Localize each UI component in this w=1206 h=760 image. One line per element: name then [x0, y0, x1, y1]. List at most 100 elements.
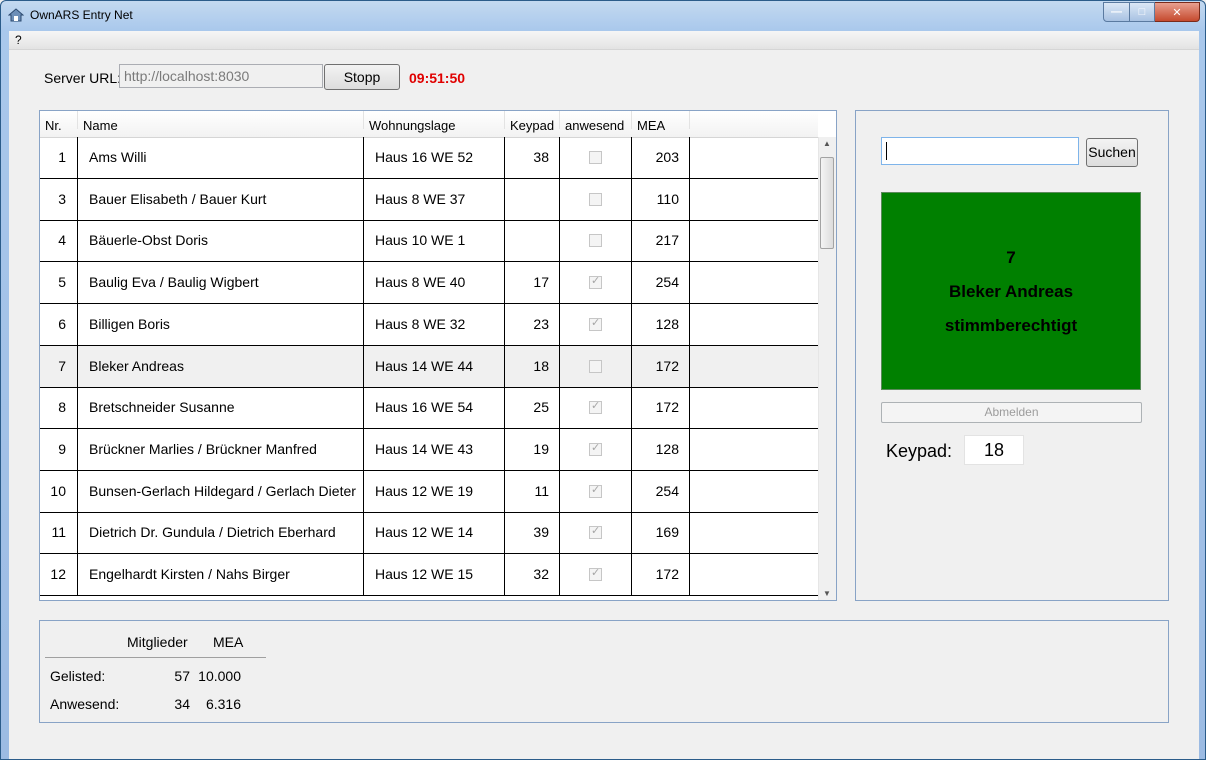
cell-mea: 254 [632, 470, 690, 512]
minimize-icon: — [1111, 6, 1122, 18]
table-row[interactable]: 5 Baulig Eva / Baulig Wigbert Haus 8 WE 40… [40, 262, 818, 305]
table-row[interactable]: 9 Brückner Marlies / Brückner Manfred Haus… [40, 428, 818, 471]
cell-nr: 4 [40, 220, 78, 262]
present-members: 34 [174, 696, 190, 712]
cell-wohnungslage: Haus 10 WE 1 [364, 220, 505, 262]
col-header-keypad[interactable]: Keypad [505, 111, 560, 133]
cell-mea: 172 [632, 554, 690, 595]
cell-keypad: 11 [505, 470, 560, 512]
cell-keypad: 23 [505, 303, 560, 345]
menu-help[interactable]: ? [15, 33, 22, 47]
cell-nr: 10 [40, 470, 78, 512]
keypad-value[interactable]: 18 [964, 435, 1024, 465]
status-number: 7 [1006, 248, 1016, 267]
present-label: Anwesend: [50, 696, 120, 712]
anwesend-checkbox[interactable]: ✓ [589, 317, 602, 331]
cell-anwesend: ✓ [560, 512, 632, 554]
cell-anwesend: ✓ [560, 554, 632, 595]
app-icon [8, 8, 24, 22]
cell-keypad [505, 178, 560, 220]
col-header-mea[interactable]: MEA [632, 111, 690, 133]
cell-nr: 12 [40, 554, 78, 595]
cell-wohnungslage: Haus 16 WE 52 [364, 137, 505, 178]
summary-col-members: Mitglieder [127, 634, 188, 650]
title-bar[interactable]: OwnARS Entry Net — □ ✕ [1, 1, 1205, 31]
status-name: Bleker Andreas [948, 282, 1074, 301]
present-mea: 6.316 [205, 696, 241, 712]
cell-anwesend [560, 220, 632, 262]
cell-keypad: 38 [505, 137, 560, 178]
cell-name: Engelhardt Kirsten / Nahs Birger [78, 554, 364, 595]
table-row[interactable]: 7 Bleker Andreas Haus 14 WE 44 18 172 [40, 345, 818, 388]
cell-nr: 3 [40, 178, 78, 220]
members-table: Nr. Name Wohnungslage Keypad anwesend ME… [39, 110, 837, 601]
cell-wohnungslage: Haus 16 WE 54 [364, 387, 505, 429]
cell-name: Bäuerle-Obst Doris [78, 220, 364, 262]
cell-anwesend: ✓ [560, 387, 632, 429]
cell-mea: 128 [632, 428, 690, 470]
anwesend-checkbox[interactable] [589, 234, 602, 248]
close-button[interactable]: ✕ [1155, 2, 1200, 22]
text-caret [886, 142, 887, 160]
anwesend-checkbox[interactable] [589, 192, 602, 206]
cell-nr: 7 [40, 345, 78, 387]
scroll-down-icon[interactable]: ▼ [823, 589, 831, 598]
anwesend-checkbox[interactable]: ✓ [589, 484, 602, 498]
vertical-scrollbar[interactable]: ▲ ▼ [818, 137, 836, 600]
table-row[interactable]: 6 Billigen Boris Haus 8 WE 32 23 ✓ 128 [40, 303, 818, 346]
anwesend-checkbox[interactable] [589, 359, 602, 373]
status-text: stimmberechtigt [944, 316, 1078, 335]
search-input[interactable] [881, 137, 1079, 165]
cell-keypad [505, 220, 560, 262]
window-controls: — □ ✕ [1103, 2, 1200, 22]
col-header-name[interactable]: Name [78, 111, 364, 133]
cell-nr: 6 [40, 303, 78, 345]
cell-wohnungslage: Haus 12 WE 14 [364, 512, 505, 554]
cell-nr: 1 [40, 137, 78, 178]
scroll-thumb[interactable] [820, 157, 834, 249]
maximize-button[interactable]: □ [1130, 2, 1155, 22]
col-header-nr[interactable]: Nr. [40, 111, 78, 133]
anwesend-checkbox[interactable] [589, 151, 602, 164]
cell-keypad: 32 [505, 554, 560, 595]
col-header-anwesend[interactable]: anwesend [560, 111, 632, 133]
cell-keypad: 17 [505, 262, 560, 304]
cell-mea: 217 [632, 220, 690, 262]
minimize-button[interactable]: — [1103, 2, 1130, 22]
stop-button[interactable]: Stopp [324, 64, 400, 90]
table-row[interactable]: 12 Engelhardt Kirsten / Nahs Birger Haus 1… [40, 554, 818, 596]
checkmark-icon: ✓ [591, 525, 601, 538]
anwesend-checkbox[interactable]: ✓ [589, 275, 602, 290]
summary-panel: Mitglieder MEA Gelisted: 57 10.000 Anwes… [39, 620, 1169, 723]
checkmark-icon: ✓ [591, 567, 601, 579]
table-row[interactable]: 1 Ams Willi Haus 16 WE 52 38 203 [40, 137, 818, 179]
server-url-label: Server URL: [44, 70, 122, 86]
cell-mea: 128 [632, 303, 690, 345]
cell-anwesend: ✓ [560, 470, 632, 512]
table-row[interactable]: 10 Bunsen-Gerlach Hildegard / Gerlach Die… [40, 470, 818, 513]
cell-wohnungslage: Haus 8 WE 32 [364, 303, 505, 345]
cell-name: Bunsen-Gerlach Hildegard / Gerlach Diete… [78, 470, 364, 512]
app-window: OwnARS Entry Net — □ ✕ ? Server URL: htt… [0, 0, 1206, 760]
anwesend-checkbox[interactable]: ✓ [589, 400, 602, 415]
clock-display: 09:51:50 [409, 70, 466, 86]
anwesend-checkbox[interactable]: ✓ [589, 567, 602, 581]
checkmark-icon: ✓ [591, 275, 601, 288]
table-row[interactable]: 4 Bäuerle-Obst Doris Haus 10 WE 1 217 [40, 220, 818, 263]
anwesend-checkbox[interactable]: ✓ [589, 442, 602, 456]
cell-nr: 9 [40, 428, 78, 470]
anwesend-checkbox[interactable]: ✓ [589, 525, 602, 540]
scroll-up-icon[interactable]: ▲ [823, 139, 831, 148]
col-header-wohnungslage[interactable]: Wohnungslage [364, 111, 505, 133]
status-display: 7 Bleker Andreas stimmberechtigt [881, 192, 1141, 390]
server-url-input[interactable]: http://localhost:8030 [119, 64, 323, 88]
maximize-icon: □ [1138, 6, 1146, 18]
table-row[interactable]: 3 Bauer Elisabeth / Bauer Kurt Haus 8 WE 3… [40, 178, 818, 221]
table-row[interactable]: 11 Dietrich Dr. Gundula / Dietrich Eberha… [40, 512, 818, 555]
window-title: OwnARS Entry Net [30, 8, 133, 22]
table-row[interactable]: 8 Bretschneider Susanne Haus 16 WE 54 25 ✓ 17… [40, 387, 818, 430]
summary-divider [45, 657, 266, 658]
checkmark-icon: ✓ [591, 400, 601, 413]
abmelden-button[interactable]: Abmelden [881, 402, 1142, 423]
search-button[interactable]: Suchen [1086, 138, 1138, 167]
